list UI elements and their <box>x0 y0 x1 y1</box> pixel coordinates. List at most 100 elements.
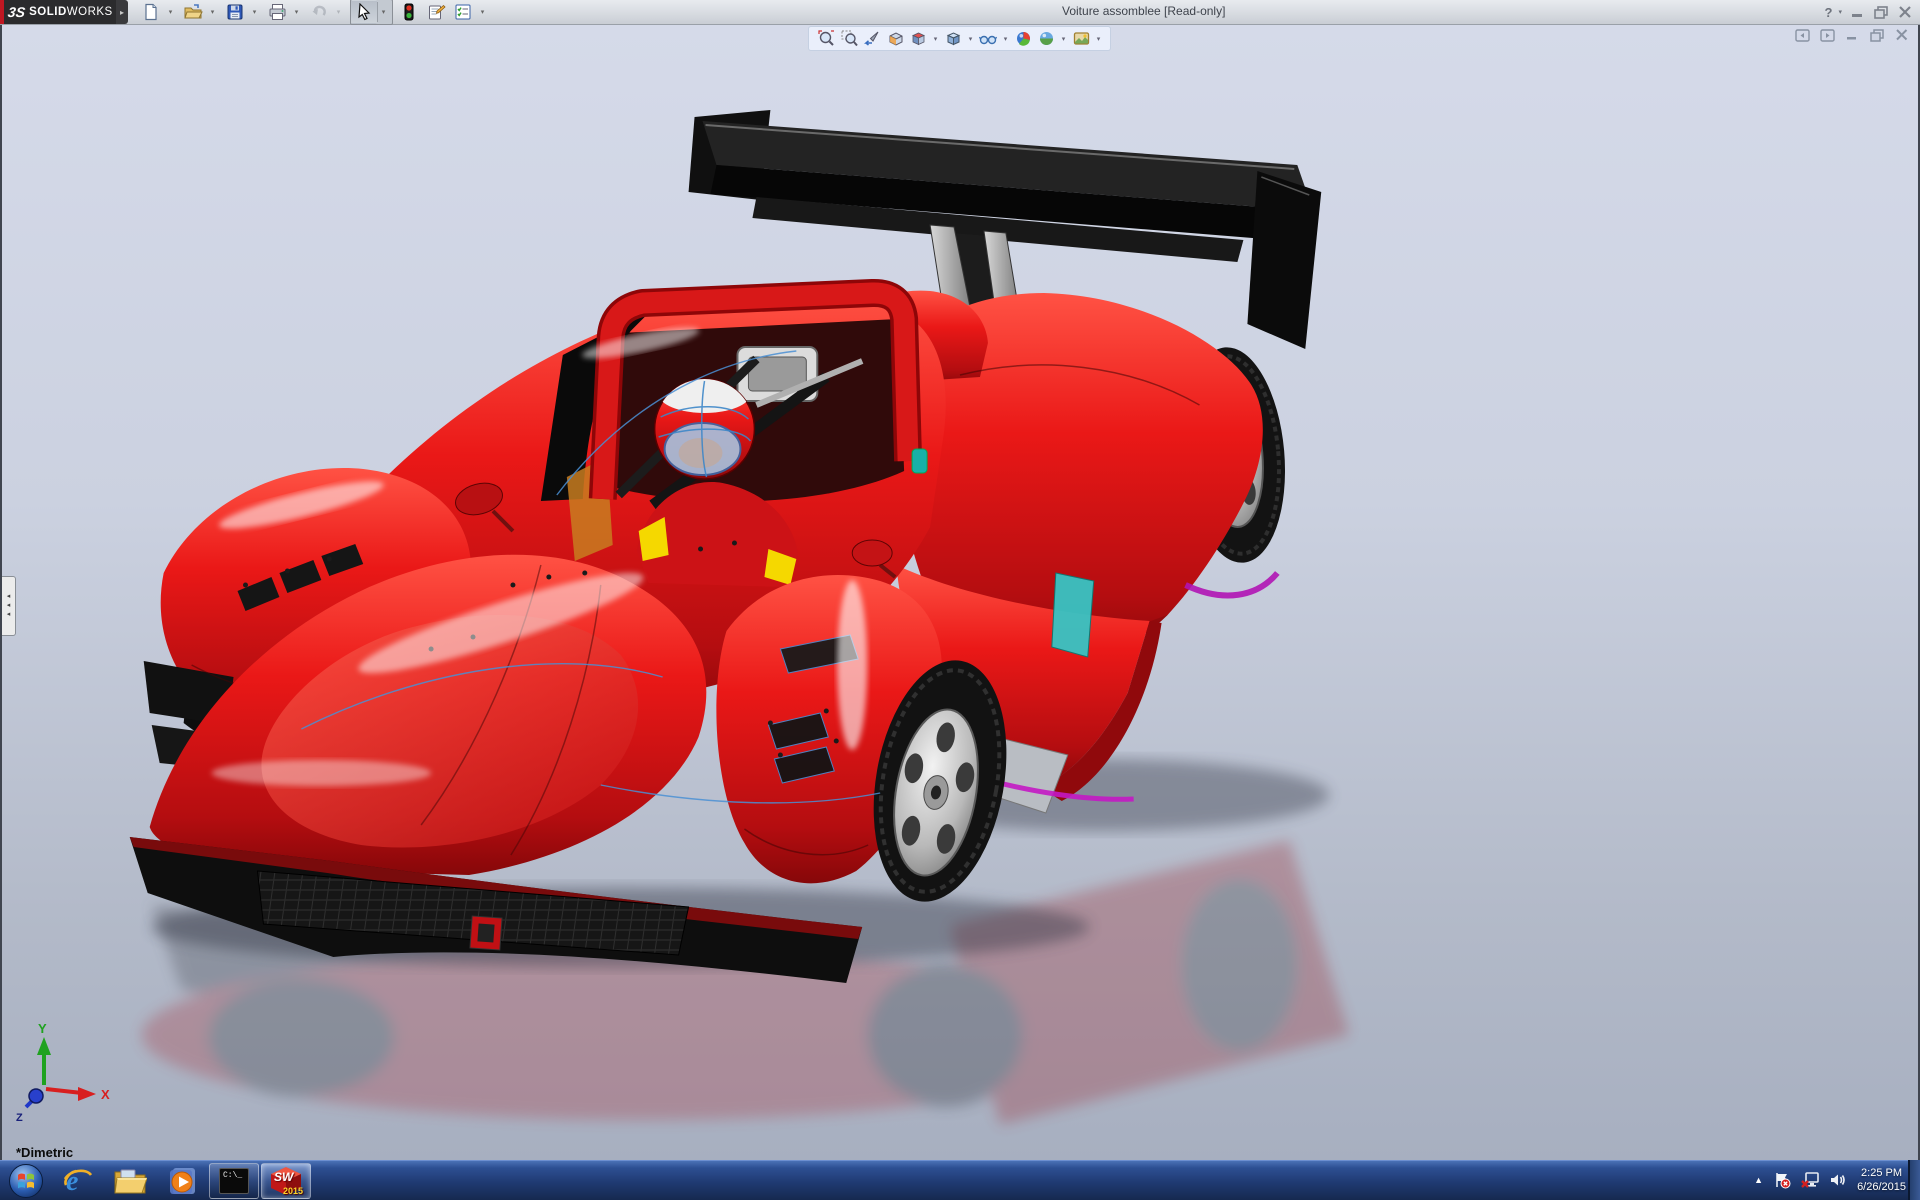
cursor-arrow-icon <box>355 3 373 21</box>
action-center-flag-icon[interactable] <box>1773 1171 1791 1189</box>
panel-collapse-tab[interactable]: ◂ ◂ ◂ <box>2 576 16 636</box>
open-folder-icon <box>184 3 203 21</box>
solidworks-taskbar-button[interactable]: SW 2015 <box>261 1163 311 1199</box>
ds-logo-mark: 3S <box>7 4 26 20</box>
folder-icon <box>113 1166 147 1196</box>
zoom-to-area-button[interactable] <box>839 29 859 48</box>
new-dropdown[interactable]: ▾ <box>165 1 176 23</box>
options-button[interactable] <box>450 0 476 24</box>
zoom-to-fit-icon <box>818 30 835 47</box>
file-properties-button[interactable] <box>423 0 449 24</box>
triad-y-label: Y <box>38 1021 47 1036</box>
notepad-pencil-icon <box>427 3 446 21</box>
view-settings-icon <box>1073 30 1090 47</box>
save-floppy-icon <box>226 3 244 21</box>
appearance-sphere-icon <box>1015 30 1032 47</box>
undo-dropdown[interactable]: ▾ <box>333 1 344 23</box>
system-tray: ▲ 2:25 PM 6/26/2015 <box>1754 1160 1906 1200</box>
hide-show-items-button[interactable] <box>978 29 998 48</box>
display-style-icon <box>945 30 962 47</box>
reference-triad: Y X Z <box>8 1015 118 1130</box>
solidworks-2015-icon: SW 2015 <box>269 1166 303 1196</box>
traffic-light-icon <box>403 3 415 21</box>
standard-toolbar: ▾ ▾ ▾ ▾ ▾ ▾ <box>138 0 491 24</box>
zoom-to-area-icon <box>841 30 858 47</box>
doc-close-button[interactable] <box>1894 28 1910 42</box>
show-desktop-button[interactable] <box>1908 1160 1920 1200</box>
open-document-button[interactable] <box>180 0 206 24</box>
document-window-controls <box>1794 28 1910 42</box>
start-button[interactable] <box>0 1161 52 1200</box>
save-button[interactable] <box>222 0 248 24</box>
help-dropdown[interactable]: ▾ <box>1838 8 1842 16</box>
zoom-to-fit-button[interactable] <box>816 29 836 48</box>
view-orientation-icon <box>910 30 927 47</box>
edit-appearance-button[interactable] <box>1013 29 1033 48</box>
window-controls: ? ▾ <box>1825 0 1914 24</box>
show-hidden-icons-button[interactable]: ▲ <box>1754 1175 1763 1185</box>
select-tool-group: ▾ <box>350 0 393 25</box>
view-settings-button[interactable] <box>1071 29 1091 48</box>
internet-explorer-icon: e <box>62 1165 94 1197</box>
display-style-button[interactable] <box>943 29 963 48</box>
windows-taskbar: e C:\_ <box>0 1160 1920 1200</box>
doc-restore-button[interactable] <box>1869 28 1885 42</box>
graphics-area[interactable]: ▾ ▾ ▾ ▾ ▾ <box>0 25 1920 1160</box>
rebuild-button[interactable] <box>396 0 422 24</box>
save-dropdown[interactable]: ▾ <box>249 1 260 23</box>
restore-button[interactable] <box>1872 4 1890 20</box>
network-status-icon[interactable] <box>1801 1171 1819 1189</box>
previous-view-button[interactable] <box>862 29 882 48</box>
taskbar-clock[interactable]: 2:25 PM 6/26/2015 <box>1857 1166 1906 1194</box>
hide-show-dropdown[interactable]: ▾ <box>1001 35 1010 43</box>
media-player-icon <box>166 1165 198 1197</box>
close-button[interactable] <box>1896 4 1914 20</box>
options-checklist-icon <box>454 3 472 21</box>
print-button[interactable] <box>264 0 290 24</box>
media-player-button[interactable] <box>156 1161 208 1200</box>
solidworks-logo: 3S SOLIDWORKS <box>0 0 116 24</box>
nav-forward-button[interactable] <box>1819 28 1835 42</box>
command-prompt-icon: C:\_ <box>219 1168 249 1194</box>
headsup-view-toolbar: ▾ ▾ ▾ ▾ ▾ <box>808 26 1111 51</box>
apply-scene-button[interactable] <box>1036 29 1056 48</box>
new-document-icon <box>142 3 160 21</box>
view-settings-dropdown[interactable]: ▾ <box>1094 35 1103 43</box>
print-dropdown[interactable]: ▾ <box>291 1 302 23</box>
brand-name: SOLIDWORKS <box>29 6 113 18</box>
windows-explorer-button[interactable] <box>104 1161 156 1200</box>
display-style-dropdown[interactable]: ▾ <box>966 35 975 43</box>
command-prompt-button[interactable]: C:\_ <box>209 1163 259 1199</box>
options-dropdown[interactable]: ▾ <box>477 1 488 23</box>
nav-back-button[interactable] <box>1794 28 1810 42</box>
menu-flyout-arrow[interactable]: ▸ <box>116 0 128 24</box>
section-view-button[interactable] <box>885 29 905 48</box>
open-dropdown[interactable]: ▾ <box>207 1 218 23</box>
new-document-button[interactable] <box>138 0 164 24</box>
document-title: Voiture assomblee [Read-only] <box>1062 4 1225 18</box>
apply-scene-icon <box>1038 30 1055 47</box>
eyeglasses-icon <box>979 30 997 47</box>
undo-arrow-icon <box>310 3 329 21</box>
apply-scene-dropdown[interactable]: ▾ <box>1059 35 1068 43</box>
view-orientation-dropdown[interactable]: ▾ <box>931 35 940 43</box>
triad-z-label: Z <box>16 1112 23 1124</box>
race-car-model[interactable] <box>2 25 1918 1160</box>
undo-button[interactable] <box>306 0 332 24</box>
doc-minimize-button[interactable] <box>1844 28 1860 42</box>
printer-icon <box>268 3 287 21</box>
view-orientation-label: *Dimetric <box>16 1145 73 1160</box>
clock-date: 6/26/2015 <box>1857 1180 1906 1194</box>
select-tool-button[interactable] <box>351 0 377 24</box>
clock-time: 2:25 PM <box>1857 1166 1906 1180</box>
triad-x-label: X <box>101 1087 110 1102</box>
help-button[interactable]: ? <box>1825 5 1833 20</box>
minimize-button[interactable] <box>1848 4 1866 20</box>
previous-view-icon <box>864 30 881 47</box>
view-orientation-button[interactable] <box>908 29 928 48</box>
internet-explorer-button[interactable]: e <box>52 1161 104 1200</box>
solidworks-window: 3S SOLIDWORKS ▸ ▾ ▾ ▾ ▾ ▾ <box>0 0 1920 1200</box>
titlebar: 3S SOLIDWORKS ▸ ▾ ▾ ▾ ▾ ▾ <box>0 0 1920 25</box>
volume-icon[interactable] <box>1829 1171 1847 1189</box>
select-dropdown[interactable]: ▾ <box>377 2 389 22</box>
